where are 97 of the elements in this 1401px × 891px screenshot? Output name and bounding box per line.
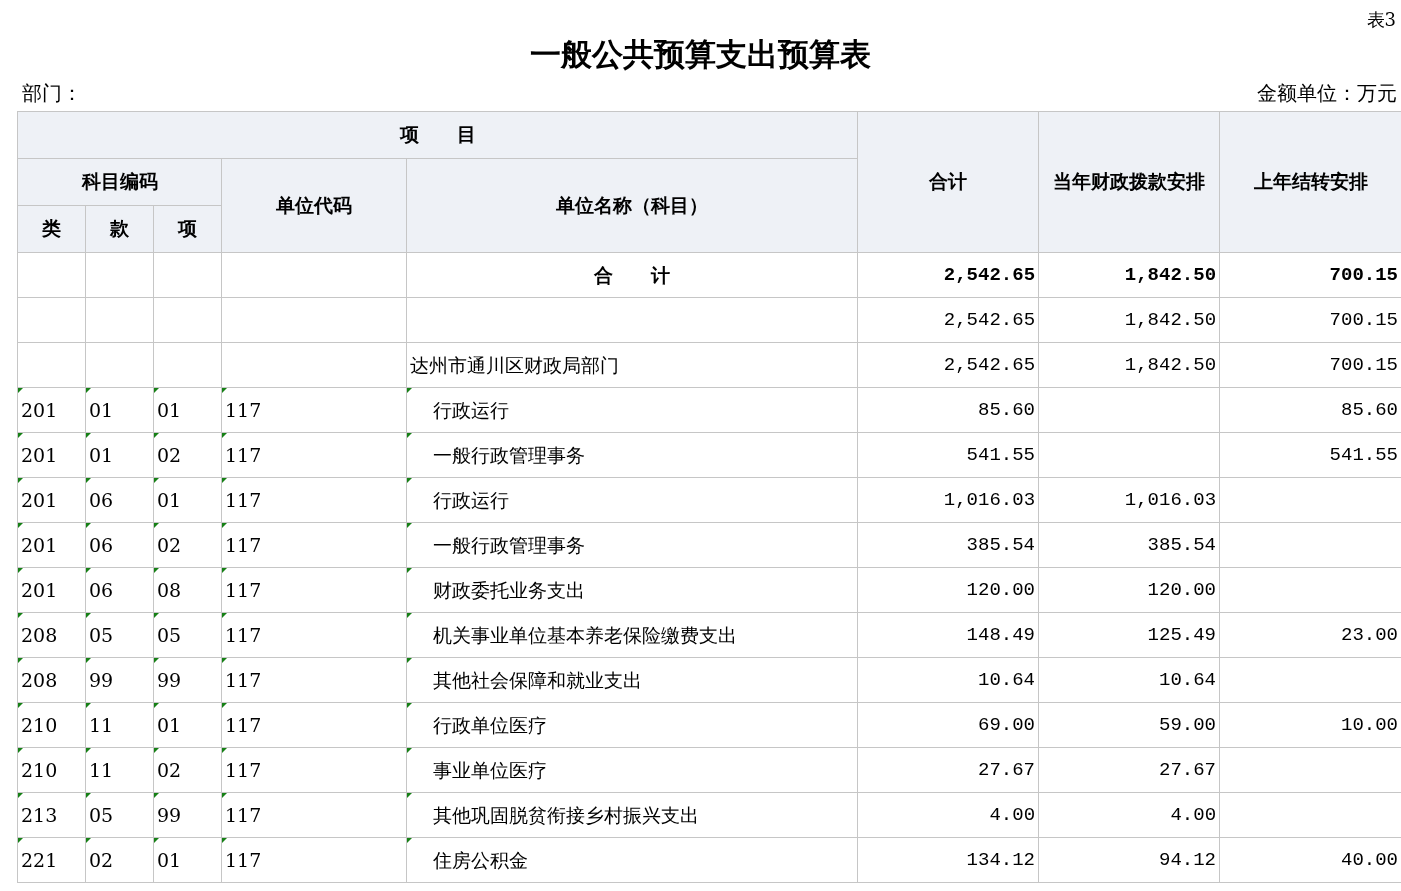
table-cell: 117 — [221, 567, 407, 613]
table-cell: 02 — [85, 837, 154, 883]
table-cell: 117 — [221, 387, 407, 433]
table-cell: 385.54 — [1038, 522, 1220, 568]
table-cell: 11 — [85, 702, 154, 748]
header-cell: 合计 — [857, 111, 1039, 253]
table-number: 表3 — [1365, 8, 1397, 32]
table-cell: 117 — [221, 522, 407, 568]
table-cell: 117 — [221, 702, 407, 748]
table-cell: 06 — [85, 477, 154, 523]
table-cell: 02 — [153, 747, 222, 793]
table-cell: 208 — [17, 612, 86, 658]
table-cell: 117 — [221, 477, 407, 523]
table-cell: 4.00 — [857, 792, 1039, 838]
table-cell: 08 — [153, 567, 222, 613]
table-cell: 27.67 — [1038, 747, 1220, 793]
table-cell: 住房公积金 — [406, 837, 858, 883]
table-cell: 210 — [17, 702, 86, 748]
table-cell: 117 — [221, 837, 407, 883]
table-cell: 117 — [221, 432, 407, 478]
table-cell: 05 — [85, 612, 154, 658]
table-cell: 208 — [17, 657, 86, 703]
table-cell: 01 — [85, 432, 154, 478]
table-cell: 117 — [221, 612, 407, 658]
table-cell: 1,842.50 — [1038, 252, 1220, 298]
table-cell: 其他社会保障和就业支出 — [406, 657, 858, 703]
table-cell: 机关事业单位基本养老保险缴费支出 — [406, 612, 858, 658]
table-cell: 01 — [153, 837, 222, 883]
table-cell: 05 — [153, 612, 222, 658]
table-cell: 2,542.65 — [857, 252, 1039, 298]
table-cell: 210 — [17, 747, 86, 793]
table-cell: 385.54 — [857, 522, 1039, 568]
table-cell: 1,842.50 — [1038, 342, 1220, 388]
table-cell: 4.00 — [1038, 792, 1220, 838]
table-cell: 99 — [85, 657, 154, 703]
table-cell: 221 — [17, 837, 86, 883]
header-cell: 科目编码 — [17, 158, 222, 206]
table-cell: 01 — [153, 387, 222, 433]
header-cell: 类 — [17, 205, 86, 253]
table-cell: 117 — [221, 792, 407, 838]
header-cell: 上年结转安排 — [1219, 111, 1401, 253]
table-cell: 148.49 — [857, 612, 1039, 658]
table-cell: 201 — [17, 522, 86, 568]
table-cell: 201 — [17, 477, 86, 523]
table-cell: 59.00 — [1038, 702, 1220, 748]
table-cell: 达州市通川区财政局部门 — [406, 342, 858, 388]
table-cell: 120.00 — [857, 567, 1039, 613]
table-cell: 201 — [17, 387, 86, 433]
table-cell: 其他巩固脱贫衔接乡村振兴支出 — [406, 792, 858, 838]
table-cell: 134.12 — [857, 837, 1039, 883]
header-cell: 单位代码 — [221, 158, 407, 253]
table-cell: 行政运行 — [406, 477, 858, 523]
table-cell: 10.64 — [1038, 657, 1220, 703]
header-cell: 项 目 — [17, 111, 858, 159]
table-cell: 06 — [85, 567, 154, 613]
table-cell: 02 — [153, 522, 222, 568]
unit-label: 金额单位：万元 — [1257, 80, 1397, 107]
table-cell: 201 — [17, 432, 86, 478]
table-cell: 1,016.03 — [857, 477, 1039, 523]
header-cell: 项 — [153, 205, 222, 253]
header-cell: 款 — [85, 205, 154, 253]
table-cell: 05 — [85, 792, 154, 838]
table-cell: 117 — [221, 747, 407, 793]
table-cell: 117 — [221, 657, 407, 703]
header-cell: 单位名称（科目） — [406, 158, 858, 253]
table-cell: 99 — [153, 657, 222, 703]
table-cell: 1,842.50 — [1038, 297, 1220, 343]
table-cell: 120.00 — [1038, 567, 1220, 613]
table-cell: 06 — [85, 522, 154, 568]
header-cell: 当年财政拨款安排 — [1038, 111, 1220, 253]
table-cell: 合 计 — [406, 252, 858, 298]
table-cell: 125.49 — [1038, 612, 1220, 658]
table-cell: 11 — [85, 747, 154, 793]
table-cell: 69.00 — [857, 702, 1039, 748]
department-label: 部门： — [22, 80, 82, 107]
table-cell: 2,542.65 — [857, 342, 1039, 388]
table-cell: 2,542.65 — [857, 297, 1039, 343]
table-cell: 01 — [153, 477, 222, 523]
table-cell: 行政运行 — [406, 387, 858, 433]
table-cell: 1,016.03 — [1038, 477, 1220, 523]
table-cell: 85.60 — [857, 387, 1039, 433]
table-cell: 事业单位医疗 — [406, 747, 858, 793]
table-cell: 541.55 — [857, 432, 1039, 478]
report-title: 一般公共预算支出预算表 — [530, 36, 871, 72]
table-cell: 一般行政管理事务 — [406, 432, 858, 478]
table-cell: 02 — [153, 432, 222, 478]
table-cell: 99 — [153, 792, 222, 838]
table-cell: 01 — [153, 702, 222, 748]
table-cell: 行政单位医疗 — [406, 702, 858, 748]
table-cell: 01 — [85, 387, 154, 433]
table-cell: 201 — [17, 567, 86, 613]
table-cell: 213 — [17, 792, 86, 838]
table-cell: 27.67 — [857, 747, 1039, 793]
table-cell: 10.64 — [857, 657, 1039, 703]
table-cell: 94.12 — [1038, 837, 1220, 883]
table-cell: 财政委托业务支出 — [406, 567, 858, 613]
table-cell: 一般行政管理事务 — [406, 522, 858, 568]
